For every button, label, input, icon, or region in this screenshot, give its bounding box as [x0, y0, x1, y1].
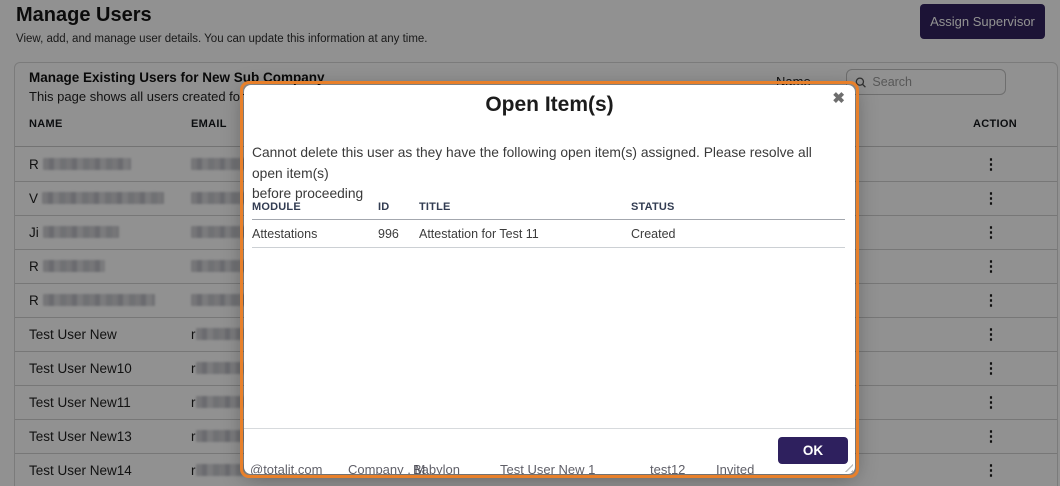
hidden-row-fragment: Invited: [716, 462, 755, 474]
ok-button[interactable]: OK: [778, 437, 848, 464]
close-icon[interactable]: ✖: [832, 90, 845, 108]
hidden-row-fragment: Babylon: [413, 462, 460, 474]
hidden-row-fragment: @totalit.com: [250, 462, 323, 474]
column-header-status: STATUS: [631, 201, 675, 213]
open-item-title: Attestation for Test 11: [419, 227, 539, 241]
open-items-table-header: MODULE ID TITLE STATUS: [252, 197, 845, 220]
open-item-row: Attestations 996 Attestation for Test 11 Cr…: [252, 220, 845, 248]
modal-title: Open Item(s): [485, 93, 614, 116]
hidden-row-fragment: test12: [650, 462, 686, 474]
column-header-title: TITLE: [419, 201, 451, 213]
open-items-modal: Open Item(s) ✖ Cannot delete this user a…: [244, 85, 855, 474]
column-header-id: ID: [378, 201, 390, 213]
open-items-table: MODULE ID TITLE STATUS Attestations 996 At…: [252, 197, 845, 248]
open-item-id: 996: [378, 227, 399, 241]
manage-users-screen: Manage Users View, add, and manage user …: [0, 0, 1060, 486]
modal-message: Cannot delete this user as they have the…: [252, 145, 812, 202]
open-item-module: Attestations: [252, 227, 318, 241]
open-item-status: Created: [631, 227, 676, 241]
hidden-row-fragment: Test User New 1: [500, 462, 596, 474]
partially-hidden-table-row: @totalit.com Company , M Babylon Test User …: [0, 462, 1060, 474]
column-header-module: MODULE: [252, 201, 301, 213]
